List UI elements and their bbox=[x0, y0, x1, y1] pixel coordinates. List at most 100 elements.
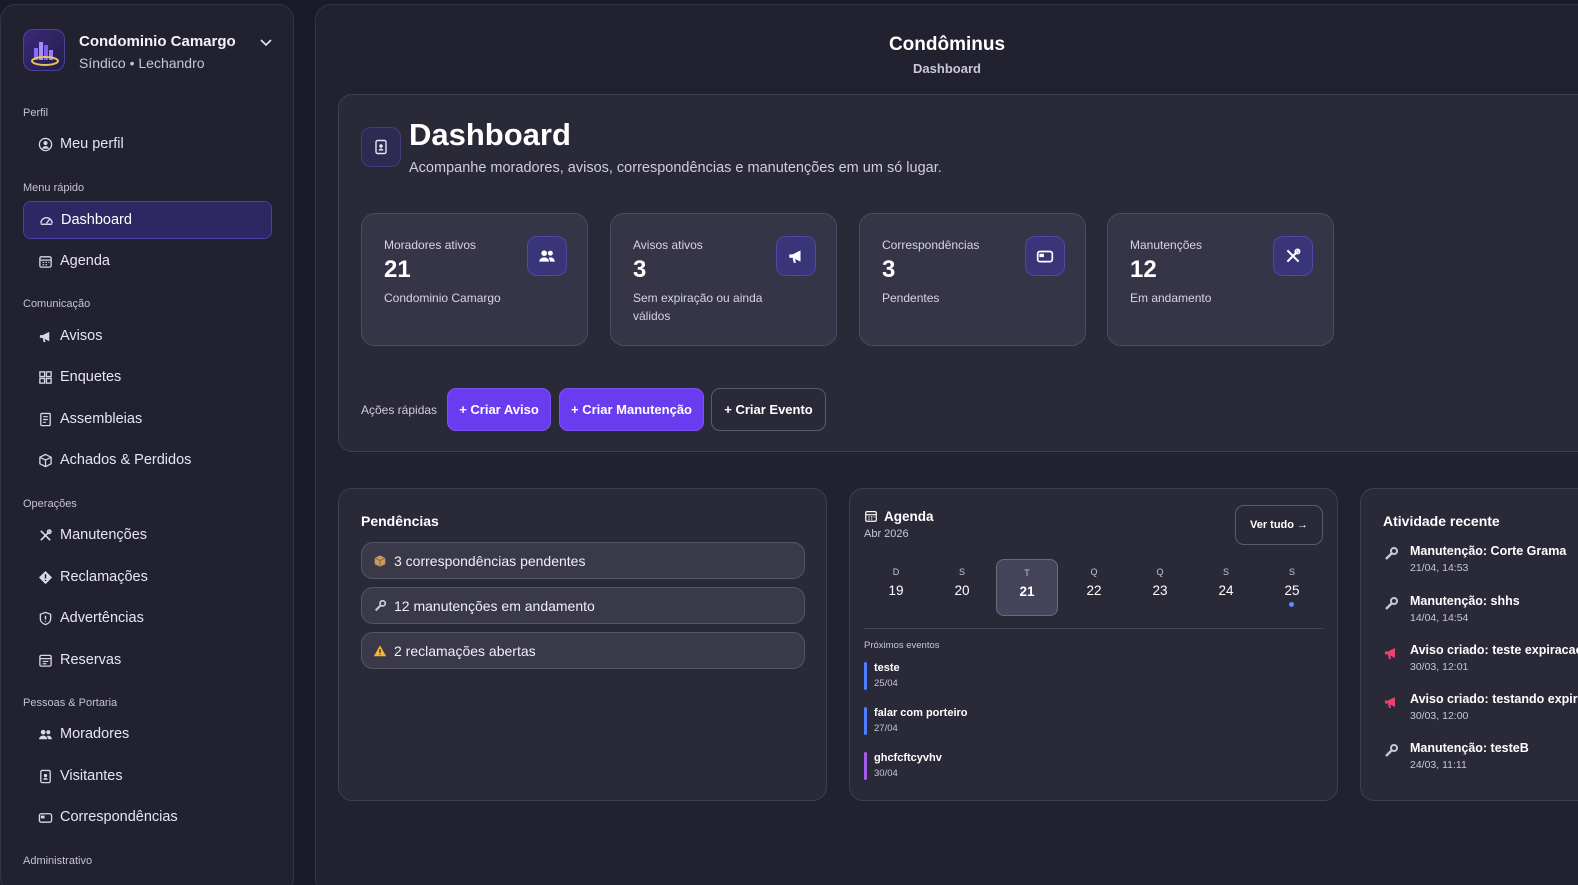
sidebar-item-visitantes[interactable]: Visitantes bbox=[23, 757, 272, 795]
megaphone-icon bbox=[1385, 648, 1395, 659]
weekday-label: S bbox=[1222, 567, 1229, 577]
condo-logo bbox=[23, 29, 65, 71]
pending-item-reclamacoes[interactable]: 2 reclamações abertas bbox=[361, 632, 805, 669]
event-item[interactable]: falar com porteiro 27/04 bbox=[864, 707, 1064, 737]
event-name: teste bbox=[874, 662, 900, 674]
activity-date: 14/04, 14:54 bbox=[1410, 612, 1469, 624]
stat-description: Sem expiração ou ainda válidos bbox=[633, 291, 763, 323]
sidebar-item-label: Advertências bbox=[60, 610, 144, 626]
gauge-icon bbox=[38, 212, 54, 228]
event-item[interactable]: ghcfcftcyvhv 30/04 bbox=[864, 752, 1064, 782]
wrench-icon bbox=[372, 598, 388, 614]
megaphone-icon bbox=[1385, 697, 1395, 708]
sidebar-item-label: Correspondências bbox=[60, 809, 178, 825]
warning-icon bbox=[372, 643, 388, 659]
sidebar-item-moradores[interactable]: Moradores bbox=[23, 715, 272, 753]
sidebar-item-agenda[interactable]: Agenda bbox=[23, 242, 272, 280]
stat-card-manutencoes[interactable]: Manutenções 12 Em andamento bbox=[1107, 213, 1334, 346]
day-number: 24 bbox=[1218, 583, 1234, 598]
card-title: Agenda bbox=[884, 509, 934, 524]
calendar-icon bbox=[865, 511, 877, 522]
activity-item[interactable]: Manutenção: testeB 24/03, 11:11 bbox=[1383, 741, 1578, 775]
stat-card-avisos[interactable]: Avisos ativos 3 Sem expiração ou ainda v… bbox=[610, 213, 837, 346]
activity-item[interactable]: Manutenção: shhs 14/04, 14:54 bbox=[1383, 594, 1578, 628]
page-title: Dashboard bbox=[409, 117, 571, 152]
sidebar-item-reservas[interactable]: Reservas bbox=[23, 641, 272, 679]
day-cell[interactable]: S 24 bbox=[1195, 559, 1257, 616]
activity-title: Aviso criado: teste expiracao bbox=[1410, 643, 1578, 657]
pending-item-manutencoes[interactable]: 12 manutenções em andamento bbox=[361, 587, 805, 624]
user-role: Síndico • Lechandro bbox=[79, 55, 205, 71]
create-manutencao-button[interactable]: + Criar Manutenção bbox=[559, 388, 704, 431]
activity-date: 30/03, 12:00 bbox=[1410, 710, 1469, 722]
sidebar-item-label: Assembleias bbox=[60, 411, 143, 427]
create-aviso-button[interactable]: + Criar Aviso bbox=[447, 388, 551, 431]
agenda-card: Agenda Abr 2026 Ver tudo → D 19 S 20 T 2… bbox=[849, 488, 1338, 801]
day-cell[interactable]: D 19 bbox=[865, 559, 927, 616]
sidebar-item-label: Moradores bbox=[60, 726, 130, 742]
wrench-icon bbox=[1385, 744, 1398, 757]
sidebar-item-label: Achados & Perdidos bbox=[60, 452, 192, 468]
card-title: Pendências bbox=[361, 513, 439, 529]
sidebar-item-label: Dashboard bbox=[61, 212, 132, 228]
pending-item-correspondencias[interactable]: 3 correspondências pendentes bbox=[361, 542, 805, 579]
sidebar-item-manutencoes[interactable]: Manutenções bbox=[23, 516, 272, 554]
sidebar-item-avisos[interactable]: Avisos bbox=[23, 317, 272, 355]
day-number: 23 bbox=[1152, 583, 1168, 598]
sidebar-item-enquetes[interactable]: Enquetes bbox=[23, 358, 272, 396]
stat-description: Pendentes bbox=[882, 291, 940, 305]
sidebar-item-advertencias[interactable]: Advertências bbox=[23, 599, 272, 637]
event-color-bar bbox=[864, 662, 867, 690]
day-cell[interactable]: S 20 bbox=[931, 559, 993, 616]
sidebar-item-label: Avisos bbox=[60, 328, 103, 344]
dashboard-hero: Dashboard Acompanhe moradores, avisos, c… bbox=[338, 94, 1578, 452]
stat-description: Condominio Camargo bbox=[384, 291, 501, 305]
activity-title: Manutenção: shhs bbox=[1410, 594, 1520, 608]
condo-switcher[interactable]: Condominio Camargo Síndico • Lechandro bbox=[23, 27, 273, 75]
sidebar-item-assembleias[interactable]: Assembleias bbox=[23, 400, 272, 438]
sidebar-item-meu-perfil[interactable]: Meu perfil bbox=[23, 125, 272, 163]
chevron-down-icon[interactable] bbox=[259, 35, 273, 49]
stat-label: Manutenções bbox=[1130, 238, 1203, 252]
condo-name: Condominio Camargo bbox=[79, 33, 236, 50]
users-icon bbox=[37, 726, 53, 742]
grid-icon bbox=[37, 369, 53, 385]
activity-item[interactable]: Aviso criado: testando expiracao 30/03, … bbox=[1383, 692, 1578, 726]
sidebar-item-correspondencias[interactable]: Correspondências bbox=[23, 798, 272, 836]
day-cell-selected[interactable]: T 21 bbox=[996, 559, 1058, 616]
activity-item[interactable]: Aviso criado: teste expiracao 30/03, 12:… bbox=[1383, 643, 1578, 677]
day-cell[interactable]: Q 23 bbox=[1129, 559, 1191, 616]
section-label-operacoes: Operações bbox=[23, 498, 77, 510]
stat-card-moradores[interactable]: Moradores ativos 21 Condominio Camargo bbox=[361, 213, 588, 346]
day-number: 19 bbox=[888, 583, 904, 598]
weekday-label: T bbox=[1024, 568, 1030, 578]
create-evento-button[interactable]: + Criar Evento bbox=[711, 388, 826, 431]
id-badge-icon bbox=[37, 768, 53, 784]
document-icon bbox=[37, 411, 53, 427]
wrench-icon bbox=[1385, 597, 1398, 610]
activity-item[interactable]: Manutenção: Corte Grama 21/04, 14:53 bbox=[1383, 544, 1578, 578]
activity-date: 21/04, 14:53 bbox=[1410, 562, 1469, 574]
day-number: 20 bbox=[954, 583, 970, 598]
day-cell[interactable]: Q 22 bbox=[1063, 559, 1125, 616]
sidebar-item-label: Manutenções bbox=[60, 527, 148, 543]
event-item[interactable]: teste 25/04 bbox=[864, 662, 1064, 692]
page-subtitle: Dashboard bbox=[913, 61, 981, 76]
sidebar-item-label: Enquetes bbox=[60, 369, 122, 385]
user-circle-icon bbox=[37, 136, 53, 152]
stat-card-correspondencias[interactable]: Correspondências 3 Pendentes bbox=[859, 213, 1086, 346]
users-icon bbox=[527, 236, 567, 276]
stat-value: 21 bbox=[384, 256, 411, 283]
weekday-label: Q bbox=[1156, 567, 1164, 577]
sidebar-item-reclamacoes[interactable]: Reclamações bbox=[23, 558, 272, 596]
sidebar-item-achados-perdidos[interactable]: Achados & Perdidos bbox=[23, 441, 272, 479]
event-name: ghcfcftcyvhv bbox=[874, 752, 942, 764]
box-icon bbox=[37, 452, 53, 468]
tools-icon bbox=[1273, 236, 1313, 276]
activity-title: Manutenção: Corte Grama bbox=[1410, 544, 1567, 558]
sidebar-item-dashboard[interactable]: Dashboard bbox=[23, 201, 272, 239]
day-cell[interactable]: S 25 bbox=[1261, 559, 1323, 616]
weekday-label: Q bbox=[1090, 567, 1098, 577]
see-all-button[interactable]: Ver tudo → bbox=[1235, 505, 1323, 545]
sidebar-item-label: Agenda bbox=[60, 253, 110, 269]
